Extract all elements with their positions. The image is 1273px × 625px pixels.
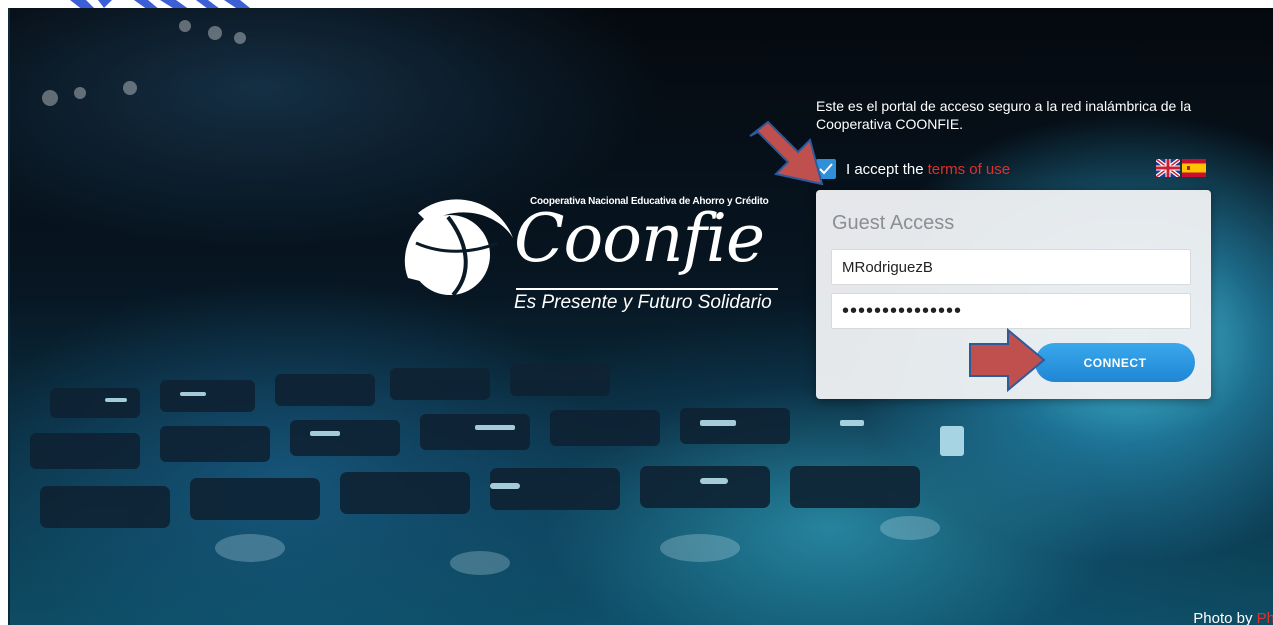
- language-selector: [1156, 159, 1206, 177]
- english-flag-icon[interactable]: [1156, 159, 1180, 177]
- logo-divider: [516, 288, 778, 290]
- logo-wordmark: Coonfie: [514, 200, 765, 277]
- accept-terms-row: I accept the terms of use: [816, 158, 1010, 180]
- coonfie-globe-icon: [404, 199, 513, 297]
- photo-credit-link[interactable]: Ph: [1257, 610, 1273, 625]
- terms-of-use-link[interactable]: terms of use: [928, 161, 1011, 178]
- guest-access-title: Guest Access: [832, 212, 955, 234]
- portal-intro-text: Este es el portal de acceso seguro a la …: [816, 98, 1192, 132]
- photo-credit-prefix: Photo by: [1193, 610, 1253, 625]
- portal-background: Cooperativa Nacional Educativa de Ahorro…: [8, 8, 1273, 625]
- logo-tagline: Es Presente y Futuro Solidario: [514, 292, 772, 313]
- spanish-flag-icon[interactable]: [1182, 159, 1206, 177]
- photo-credit: Photo by Ph: [1193, 610, 1273, 625]
- annotation-arrow-icon: [749, 120, 824, 186]
- connect-button[interactable]: CONNECT: [1035, 343, 1195, 382]
- password-field[interactable]: [831, 293, 1191, 329]
- accept-terms-label: I accept the: [846, 160, 924, 178]
- annotation-arrow-icon: [969, 328, 1046, 393]
- username-field[interactable]: [831, 249, 1191, 285]
